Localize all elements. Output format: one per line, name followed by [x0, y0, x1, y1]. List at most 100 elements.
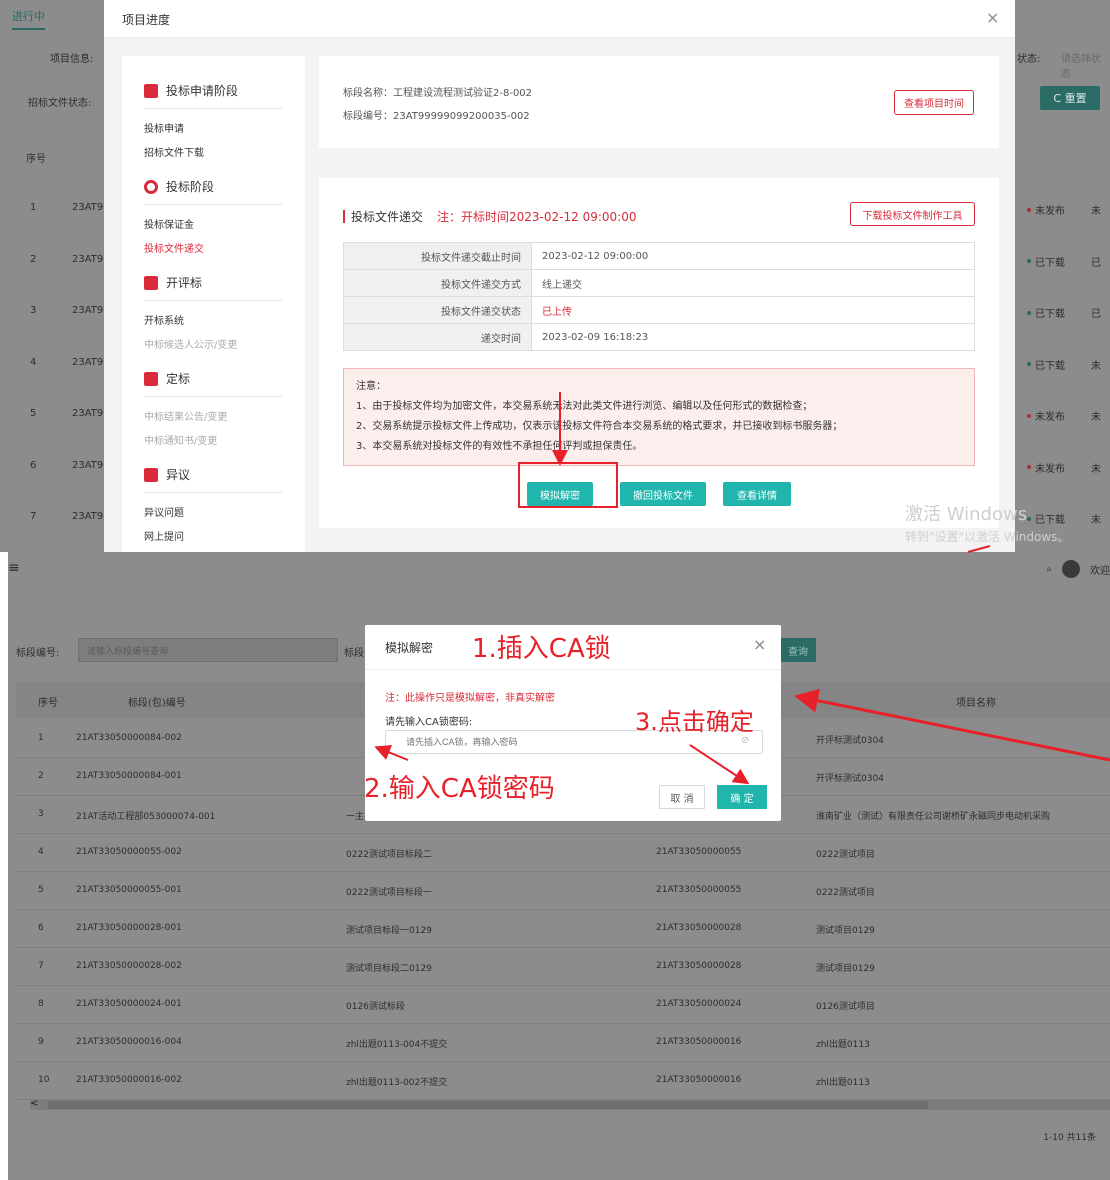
table-row[interactable]: 9 21AT33050000016-004 zhl出题0113-004不提交 21AT…: [16, 1024, 1110, 1062]
view-detail-button[interactable]: 查看详情: [723, 482, 791, 506]
stage-bid-opening: 开评标: [144, 274, 202, 291]
step-bid-bond[interactable]: 投标保证金: [144, 216, 194, 231]
row-status: 未: [1091, 511, 1101, 526]
table-row[interactable]: 8 21AT33050000024-001 0126测试标段 21AT33050000…: [16, 986, 1110, 1024]
submit-detail-table: 投标文件递交截止时间 2023-02-12 09:00:00 投标文件递交方式 …: [343, 242, 975, 351]
table-cell: 测试项目0129: [816, 926, 875, 936]
step-candidate-notice: 中标候选人公示/变更: [144, 340, 238, 351]
table-row[interactable]: 7 21AT33050000028-002 测试项目标段二0129 21AT33050…: [16, 948, 1110, 986]
row-status: 未: [1091, 202, 1101, 217]
stage-label: 异议: [166, 468, 191, 482]
table-cell: zhl出题0113-004不提交: [346, 1040, 448, 1050]
table-row: 递交时间 2023-02-09 16:18:23: [343, 323, 975, 351]
step-bid-submit[interactable]: 投标文件递交: [144, 240, 204, 255]
row-number: 4: [30, 356, 37, 368]
column-header: 序号: [38, 698, 58, 709]
row-status: 已下载: [1027, 254, 1065, 269]
notice-line: 1、由于投标文件均为加密文件，本交易系统无法对此类文件进行浏览、编辑以及任何形式…: [356, 401, 813, 412]
table-cell: 21AT活动工程部053000074-001: [76, 812, 216, 822]
view-project-time-button[interactable]: 查看项目时间: [894, 90, 974, 115]
notice-box: 注意： 1、由于投标文件均为加密文件，本交易系统无法对此类文件进行浏览、编辑以及…: [343, 368, 975, 466]
table-row: 投标文件递交方式 线上递交: [343, 269, 975, 297]
table-cell: 测试项目0129: [816, 964, 875, 974]
table-row[interactable]: 6 21AT33050000028-001 测试项目标段一0129 21AT33050…: [16, 910, 1110, 948]
table-row[interactable]: 10 21AT33050000016-002 zhl出题0113-002不提交 21A…: [16, 1062, 1110, 1100]
menu-icon[interactable]: ≡: [8, 560, 20, 576]
bid-submit-card: 投标文件递交 注：开标时间2023-02-12 09:00:00 下载投标文件制…: [319, 178, 999, 528]
stage-bid-application: 投标申请阶段: [144, 82, 238, 99]
table-key: 递交时间: [343, 323, 532, 351]
status-label: 状态:: [1017, 54, 1041, 65]
cancel-button[interactable]: 取 消: [659, 785, 705, 809]
step-tender-download[interactable]: 招标文件下载: [144, 144, 204, 159]
status-dot: [1027, 362, 1031, 366]
section-info-card: 标段名称：工程建设流程测试验证2-8-002 标段编号：23AT99999099…: [319, 56, 999, 148]
close-icon[interactable]: ×: [986, 8, 999, 27]
stage-label: 定标: [166, 372, 191, 386]
table-cell: 10: [38, 1075, 50, 1085]
notice-title: 注意：: [356, 381, 386, 392]
table-cell: 21AT33050000055: [656, 847, 742, 857]
row-status: 未: [1091, 357, 1101, 372]
header-right: ⌕ 欢迎: [1046, 560, 1110, 578]
table-cell: zhl出题0113-002不提交: [346, 1078, 448, 1088]
tab-in-progress[interactable]: 进行中: [12, 8, 45, 30]
table-cell: 21AT33050000028-002: [76, 961, 182, 971]
background-list-right: 状态: 请选择状态 未发布未已下载已已下载已已下载未未发布未未发布未已下载未: [1015, 0, 1110, 552]
table-cell: 开评标测试0304: [816, 736, 884, 746]
row-code: 23AT9: [72, 408, 104, 419]
table-cell: 1: [38, 733, 44, 743]
stage-bidding: 投标阶段: [144, 178, 214, 195]
table-key: 投标文件递交截止时间: [343, 242, 532, 270]
table-cell: 5: [38, 885, 44, 895]
table-row[interactable]: 5 21AT33050000055-001 0222测试项目标段一 21AT33050…: [16, 872, 1110, 910]
withdraw-bid-button[interactable]: 撤回投标文件: [620, 482, 706, 506]
scroll-left-icon[interactable]: <: [30, 1098, 38, 1109]
section-code-input[interactable]: 请输入标段编号查询: [78, 638, 338, 662]
close-icon[interactable]: ×: [753, 635, 766, 654]
search-icon[interactable]: ⌕: [1046, 564, 1052, 575]
table-row[interactable]: 4 21AT33050000055-002 0222测试项目标段二 21AT33050…: [16, 834, 1110, 872]
annotation-step-3: 3.点击确定: [635, 708, 754, 736]
confirm-button[interactable]: 确 定: [717, 785, 767, 809]
table-cell: 2: [38, 771, 44, 781]
status-text: 已: [1091, 257, 1101, 269]
bid-file-status-label: 招标文件状态:: [28, 98, 92, 109]
highlight-box: [518, 462, 618, 508]
scrollbar-thumb[interactable]: [48, 1101, 928, 1109]
status-select[interactable]: 请选择状态: [1061, 50, 1110, 80]
avatar[interactable]: [1062, 560, 1080, 578]
step-opening-system[interactable]: 开标系统: [144, 312, 184, 327]
step-online-question[interactable]: 网上提问: [144, 528, 184, 543]
step-award-result: 中标结果公告/变更: [144, 412, 228, 423]
watermark-line: 激活 Windows: [905, 504, 1028, 525]
horizontal-scrollbar[interactable]: <: [30, 1098, 1110, 1110]
table-cell: 测试项目标段一0129: [346, 926, 432, 936]
search-button[interactable]: 查询: [780, 638, 816, 662]
table-cell: 21AT33050000084-001: [76, 771, 182, 781]
edit-icon: [144, 83, 158, 98]
step-objection-question[interactable]: 异议问题: [144, 504, 184, 519]
project-info-label: 项目信息:: [50, 54, 94, 65]
question-icon: [144, 467, 158, 482]
download-tool-button[interactable]: 下载投标文件制作工具: [850, 202, 975, 226]
table-cell: zhl出题0113: [816, 1040, 870, 1050]
dialog-warning: 注：此操作只是模拟解密，非真实解密: [385, 693, 555, 704]
status-text: 已: [1091, 309, 1101, 320]
reset-button[interactable]: C 重置: [1040, 86, 1100, 110]
screenshot-composite: 进行中 项目信息: 招标文件状态: 序号 1 23AT9 2 23AT9 3 23AT9 4…: [0, 0, 1110, 1180]
divider: [144, 108, 282, 109]
filter-label: 标段: [344, 648, 364, 659]
table-cell: 测试项目标段二0129: [346, 964, 432, 974]
stage-award: 定标: [144, 370, 190, 387]
seq-header: 序号: [26, 154, 46, 165]
step-bid-apply[interactable]: 投标申请: [144, 120, 184, 135]
status-text: 未发布: [1035, 463, 1065, 475]
row-number: 7: [30, 511, 37, 522]
status-text: 未: [1091, 412, 1101, 423]
status-text: 未: [1091, 515, 1101, 526]
target-icon: [144, 179, 158, 194]
table-cell: 21AT33050000055-002: [76, 847, 182, 857]
table-cell: 0126测试标段: [346, 1002, 405, 1012]
status-text: 已下载: [1035, 360, 1065, 372]
